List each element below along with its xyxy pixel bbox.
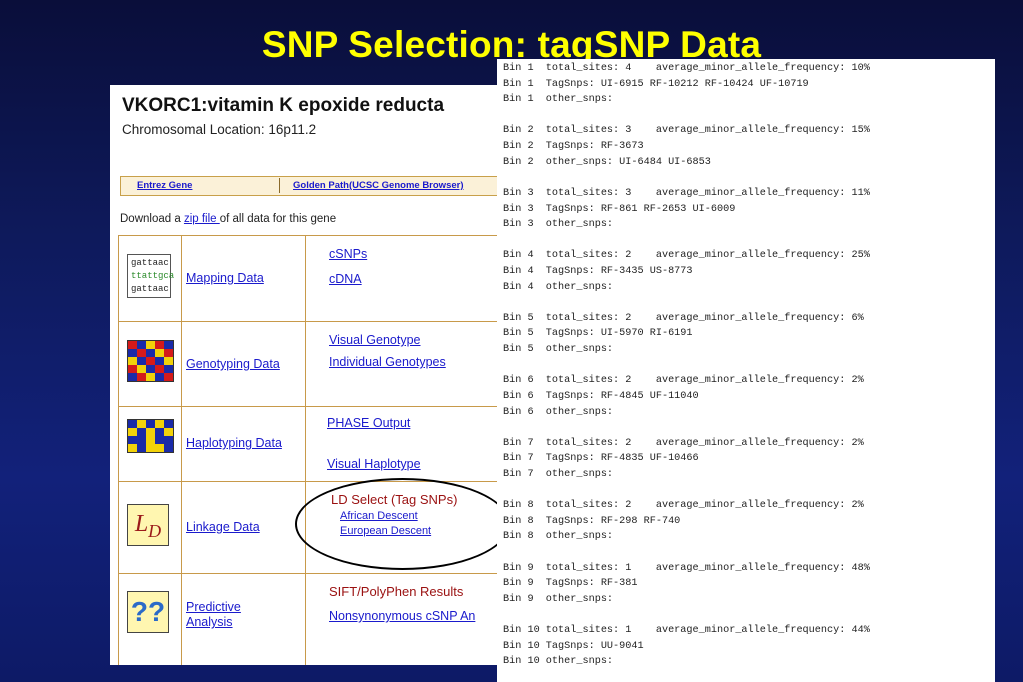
bin-line: Bin 6 total_sites: 2 average_minor_allel… xyxy=(503,375,864,387)
haplotyping-data-link[interactable]: Haplotyping Data xyxy=(186,436,282,451)
row-category-cell: Mapping Data xyxy=(181,236,306,321)
bin-list: Bin 1 total_sites: 4 average_minor_allel… xyxy=(503,61,870,682)
bin-group: Bin 1 total_sites: 4 average_minor_allel… xyxy=(503,61,870,108)
nav-separator xyxy=(279,178,280,193)
bin-line: Bin 9 total_sites: 1 average_minor_allel… xyxy=(503,562,870,574)
bin-group: Bin 9 total_sites: 1 average_minor_allel… xyxy=(503,561,870,608)
bin-group: Bin 3 total_sites: 3 average_minor_allel… xyxy=(503,186,870,233)
bin-line: Bin 8 total_sites: 2 average_minor_allel… xyxy=(503,500,864,512)
data-category-table: gattaac ttattgca gattaac Mapping Data cS… xyxy=(118,235,510,665)
row-category-cell: Haplotyping Data xyxy=(181,407,306,481)
mapping-data-link[interactable]: Mapping Data xyxy=(186,271,264,286)
bin-line: Bin 2 other_snps: UI-6484 UI-6853 xyxy=(503,156,711,168)
download-line: Download a zip file of all data for this… xyxy=(120,213,336,225)
tagsnp-bin-output: Bin 1 total_sites: 4 average_minor_allel… xyxy=(497,59,995,682)
table-row-haplotyping: Haplotyping Data PHASE Output Visual Hap… xyxy=(118,407,510,482)
golden-path-link[interactable]: Golden Path(UCSC Genome Browser) xyxy=(293,180,464,191)
highlight-oval xyxy=(295,478,510,570)
bin-line: Bin 8 other_snps: xyxy=(503,531,614,543)
bin-group: Bin 7 total_sites: 2 average_minor_allel… xyxy=(503,436,870,483)
predictive-analysis-link[interactable]: Predictive Analysis xyxy=(186,600,241,630)
bin-line: Bin 5 TagSnps: UI-5970 RI-6191 xyxy=(503,328,693,340)
table-row-genotyping: Genotyping Data Visual Genotype Individu… xyxy=(118,322,510,407)
table-row-predictive: ?? Predictive Analysis SIFT/PolyPhen Resu… xyxy=(118,574,510,665)
bin-line: Bin 7 TagSnps: RF-4835 UF-10466 xyxy=(503,453,699,465)
bin-line: Bin 8 TagSnps: RF-298 RF-740 xyxy=(503,515,681,527)
download-prefix: Download a xyxy=(120,213,184,225)
download-suffix: of all data for this gene xyxy=(219,213,337,225)
row-icon-cell xyxy=(118,322,182,406)
bin-line: Bin 6 other_snps: xyxy=(503,406,614,418)
row-icon-cell: ?? xyxy=(118,574,182,665)
row-category-cell: Predictive Analysis xyxy=(181,574,306,665)
bin-line: Bin 3 total_sites: 3 average_minor_allel… xyxy=(503,187,870,199)
gene-page-screenshot: VKORC1:vitamin K epoxide reducta Chromos… xyxy=(110,85,510,665)
bin-line: Bin 7 other_snps: xyxy=(503,469,614,480)
bin-line: Bin 2 total_sites: 3 average_minor_allel… xyxy=(503,125,870,137)
visual-genotype-link[interactable]: Visual Genotype xyxy=(329,333,421,347)
bin-group: Bin 10 total_sites: 1 average_minor_alle… xyxy=(503,623,870,670)
bin-line: Bin 7 total_sites: 2 average_minor_allel… xyxy=(503,437,864,449)
chromosomal-location: Chromosomal Location: 16p11.2 xyxy=(122,122,317,137)
bin-line: Bin 1 other_snps: xyxy=(503,94,614,106)
nonsynonymous-csnp-link[interactable]: Nonsynonymous cSNP An xyxy=(329,609,475,623)
question-marks-icon: ?? xyxy=(127,591,169,633)
bin-line: Bin 10 total_sites: 1 average_minor_alle… xyxy=(503,625,870,637)
bin-line: Bin 9 other_snps: xyxy=(503,593,614,605)
genotype-mosaic-icon xyxy=(127,340,174,382)
bin-line: Bin 5 total_sites: 2 average_minor_allel… xyxy=(503,312,864,324)
bin-line: Bin 5 other_snps: xyxy=(503,344,614,356)
visual-haplotype-link[interactable]: Visual Haplotype xyxy=(327,457,421,471)
bin-line: Bin 2 TagSnps: RF-3673 xyxy=(503,141,644,153)
bin-group: Bin 2 total_sites: 3 average_minor_allel… xyxy=(503,123,870,170)
haplotype-mosaic-icon xyxy=(127,419,174,453)
bin-line: Bin 4 other_snps: xyxy=(503,281,614,293)
sift-polyphen-heading: SIFT/PolyPhen Results xyxy=(329,584,464,599)
bin-line: Bin 10 other_snps: xyxy=(503,656,614,668)
bin-line: Bin 10 TagSnps: UU-9041 xyxy=(503,640,644,652)
phase-output-link[interactable]: PHASE Output xyxy=(327,416,410,430)
bin-group: Bin 4 total_sites: 2 average_minor_allel… xyxy=(503,248,870,295)
cdna-link[interactable]: cDNA xyxy=(329,272,362,286)
row-category-cell: Genotyping Data xyxy=(181,322,306,406)
entrez-gene-link[interactable]: Entrez Gene xyxy=(137,180,192,191)
bin-line: Bin 1 TagSnps: UI-6915 RF-10212 RF-10424… xyxy=(503,78,809,90)
individual-genotypes-link[interactable]: Individual Genotypes xyxy=(329,355,446,369)
csnps-link[interactable]: cSNPs xyxy=(329,247,367,261)
bin-line: Bin 3 TagSnps: RF-861 RF-2653 UI-6009 xyxy=(503,203,736,215)
gene-nav-bar: Entrez Gene Golden Path(UCSC Genome Brow… xyxy=(120,176,510,196)
bin-group: Bin 8 total_sites: 2 average_minor_allel… xyxy=(503,498,870,545)
bin-line: Bin 6 TagSnps: RF-4845 UF-11040 xyxy=(503,390,699,402)
row-icon-cell xyxy=(118,407,182,481)
bin-group: Bin 6 total_sites: 2 average_minor_allel… xyxy=(503,373,870,420)
row-icon-cell: LD xyxy=(118,482,182,573)
ld-icon: LD xyxy=(127,504,169,546)
gene-title: VKORC1:vitamin K epoxide reducta xyxy=(122,95,445,116)
row-category-cell: Linkage Data xyxy=(181,482,306,573)
genotyping-data-link[interactable]: Genotyping Data xyxy=(186,357,280,372)
gattaac-sequence-icon: gattaac ttattgca gattaac xyxy=(127,254,174,298)
bin-line: Bin 9 TagSnps: RF-381 xyxy=(503,578,638,590)
table-row-mapping: gattaac ttattgca gattaac Mapping Data cS… xyxy=(118,236,510,322)
bin-line: Bin 4 total_sites: 2 average_minor_allel… xyxy=(503,250,870,262)
row-icon-cell: gattaac ttattgca gattaac xyxy=(118,236,182,321)
bin-line: Bin 3 other_snps: xyxy=(503,219,614,231)
bin-group: Bin 5 total_sites: 2 average_minor_allel… xyxy=(503,311,870,358)
zip-file-link[interactable]: zip file xyxy=(184,213,220,225)
linkage-data-link[interactable]: Linkage Data xyxy=(186,520,260,535)
bin-line: Bin 1 total_sites: 4 average_minor_allel… xyxy=(503,63,870,74)
bin-line: Bin 4 TagSnps: RF-3435 US-8773 xyxy=(503,266,693,277)
